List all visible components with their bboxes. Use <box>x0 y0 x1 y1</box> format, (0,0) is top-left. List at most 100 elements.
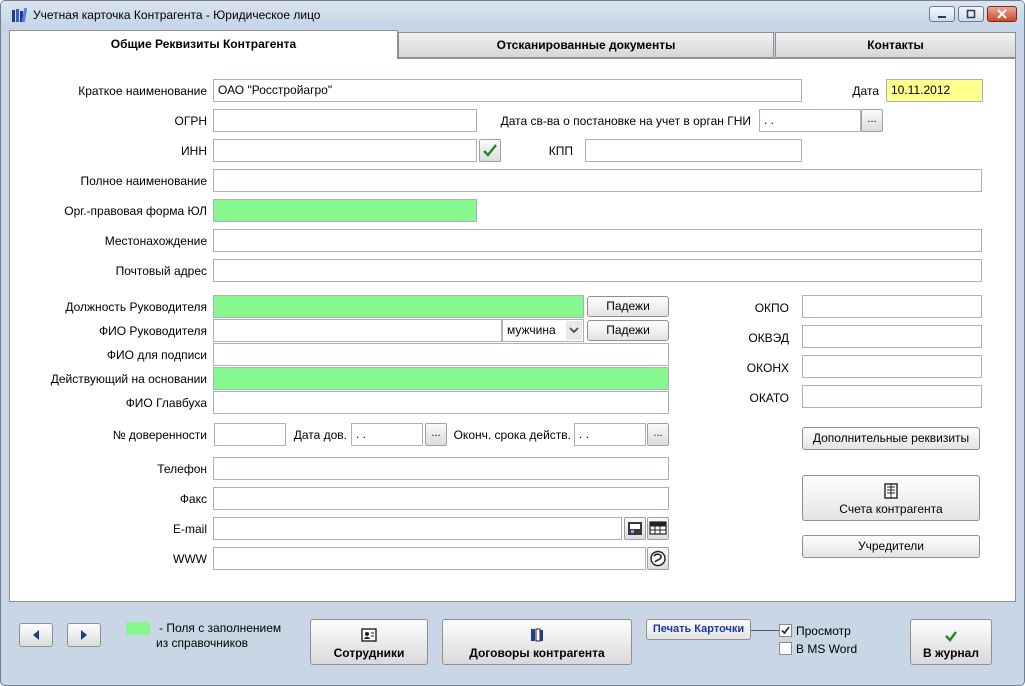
inn-check-button[interactable] <box>479 139 501 162</box>
ogrn-label: ОГРН <box>174 114 207 128</box>
tab-bar: Общие Реквизиты Контрагента Отсканирован… <box>9 30 1016 59</box>
print-connector-line <box>751 630 779 631</box>
legal-form-input[interactable] <box>213 199 477 222</box>
chief-accountant-label: ФИО Главбуха <box>125 396 207 410</box>
poa-end-picker-button[interactable]: ... <box>647 423 669 446</box>
poa-end-label: Оконч. срока действ. <box>453 428 571 442</box>
phone-label: Телефон <box>157 462 207 476</box>
tab-general-details[interactable]: Общие Реквизиты Контрагента <box>9 30 398 59</box>
location-label: Местонахождение <box>104 234 207 248</box>
gender-select-value: мужчина <box>507 323 556 337</box>
postal-address-input[interactable] <box>213 259 982 282</box>
minimize-button[interactable] <box>929 6 955 22</box>
legend-green-swatch <box>126 622 150 635</box>
restore-icon <box>966 9 976 19</box>
to-journal-label: В журнал <box>923 646 979 660</box>
director-fio-cases-button[interactable]: Падежи <box>587 320 669 341</box>
poa-end-input[interactable]: . . <box>574 423 646 446</box>
phone-input[interactable] <box>213 457 669 480</box>
gni-date-label: Дата св-ва о постановке на учет в орган … <box>500 114 751 128</box>
checkmark-icon <box>483 144 497 157</box>
date-label: Дата <box>852 84 879 98</box>
okved-label: ОКВЭД <box>748 331 789 345</box>
acting-basis-input[interactable] <box>213 367 669 390</box>
location-input[interactable] <box>213 229 982 252</box>
counterparty-card-window: Учетная карточка Контрагента - Юридическ… <box>0 0 1025 686</box>
gender-select[interactable]: мужчина <box>502 319 584 342</box>
email-directory-button[interactable] <box>647 517 669 540</box>
close-button[interactable] <box>987 6 1017 22</box>
books-app-icon <box>12 7 27 23</box>
documents-icon <box>531 628 543 642</box>
close-icon <box>997 9 1007 19</box>
extra-details-button[interactable]: Дополнительные реквизиты <box>802 427 980 450</box>
open-website-button[interactable] <box>647 547 669 570</box>
send-email-button[interactable] <box>624 517 646 540</box>
general-details-panel: Краткое наименование ОАО "Росстройагро" … <box>9 58 1016 602</box>
signature-fio-label: ФИО для подписи <box>106 348 207 362</box>
browser-icon <box>650 550 666 567</box>
arrow-right-icon <box>81 630 87 640</box>
chief-accountant-input[interactable] <box>213 391 669 414</box>
tab-contacts[interactable]: Контакты <box>775 32 1016 58</box>
poa-number-input[interactable] <box>214 423 286 446</box>
kpp-label: КПП <box>548 144 573 158</box>
okonh-label: ОКОНХ <box>746 361 789 375</box>
ogrn-input[interactable] <box>213 109 477 132</box>
employees-button[interactable]: Сотрудники <box>310 619 428 665</box>
okonh-input[interactable] <box>802 355 982 378</box>
to-journal-button[interactable]: В журнал <box>910 619 992 665</box>
director-fio-input[interactable] <box>213 319 502 342</box>
date-input[interactable]: 10.11.2012 <box>886 79 983 102</box>
fax-input[interactable] <box>213 487 669 510</box>
director-fio-label: ФИО Руководителя <box>99 324 207 338</box>
table-icon <box>649 521 667 535</box>
window-title: Учетная карточка Контрагента - Юридическ… <box>33 8 321 22</box>
fax-label: Факс <box>179 492 207 506</box>
signature-fio-input[interactable] <box>213 343 669 366</box>
founders-button[interactable]: Учредители <box>802 535 980 558</box>
okved-input[interactable] <box>802 325 982 348</box>
poa-date-picker-button[interactable]: ... <box>425 423 447 446</box>
legend-text-line1: - Поля с заполнением <box>159 621 282 635</box>
director-position-input[interactable] <box>213 295 584 318</box>
tab-scanned-documents[interactable]: Отсканированные документы <box>398 32 774 58</box>
chevron-down-icon <box>566 321 582 340</box>
preview-checkbox[interactable] <box>779 624 792 637</box>
www-label: WWW <box>173 552 207 566</box>
ms-word-checkbox[interactable] <box>779 642 792 655</box>
full-name-input[interactable] <box>213 169 982 192</box>
next-record-button[interactable] <box>67 623 101 647</box>
gni-date-picker-button[interactable]: ... <box>861 109 883 132</box>
www-input[interactable] <box>213 547 646 570</box>
contracts-button[interactable]: Договоры контрагента <box>442 619 632 665</box>
short-name-input[interactable]: ОАО "Росстройагро" <box>213 79 802 102</box>
previous-record-button[interactable] <box>19 623 53 647</box>
postal-address-label: Почтовый адрес <box>115 264 207 278</box>
kpp-input[interactable] <box>585 139 802 162</box>
okpo-input[interactable] <box>802 295 982 318</box>
ms-word-label: В MS Word <box>796 642 858 656</box>
counterparty-accounts-button[interactable]: Счета контрагента <box>802 475 980 521</box>
check-icon <box>781 626 790 635</box>
maximize-button[interactable] <box>958 6 984 22</box>
okato-input[interactable] <box>802 385 982 408</box>
email-input[interactable] <box>213 517 622 540</box>
ledger-icon <box>884 483 898 499</box>
counterparty-accounts-label: Счета контрагента <box>839 502 943 516</box>
full-name-label: Полное наименование <box>80 174 208 188</box>
title-bar: Учетная карточка Контрагента - Юридическ… <box>1 1 1024 29</box>
short-name-label: Краткое наименование <box>78 84 207 98</box>
legend-text-line2: из справочников <box>156 636 249 650</box>
okato-label: ОКАТО <box>749 391 789 405</box>
poa-number-label: № доверенности <box>112 428 207 442</box>
poa-date-label: Дата дов. <box>293 428 347 442</box>
email-label: E-mail <box>172 522 207 536</box>
print-card-button[interactable]: Печать Карточки <box>646 619 751 640</box>
gni-date-input[interactable]: . . <box>759 109 861 132</box>
director-position-label: Должность Руководителя <box>65 300 207 314</box>
inn-input[interactable] <box>213 139 477 162</box>
arrow-left-icon <box>33 630 39 640</box>
director-position-cases-button[interactable]: Падежи <box>587 296 669 317</box>
poa-date-input[interactable]: . . <box>351 423 423 446</box>
